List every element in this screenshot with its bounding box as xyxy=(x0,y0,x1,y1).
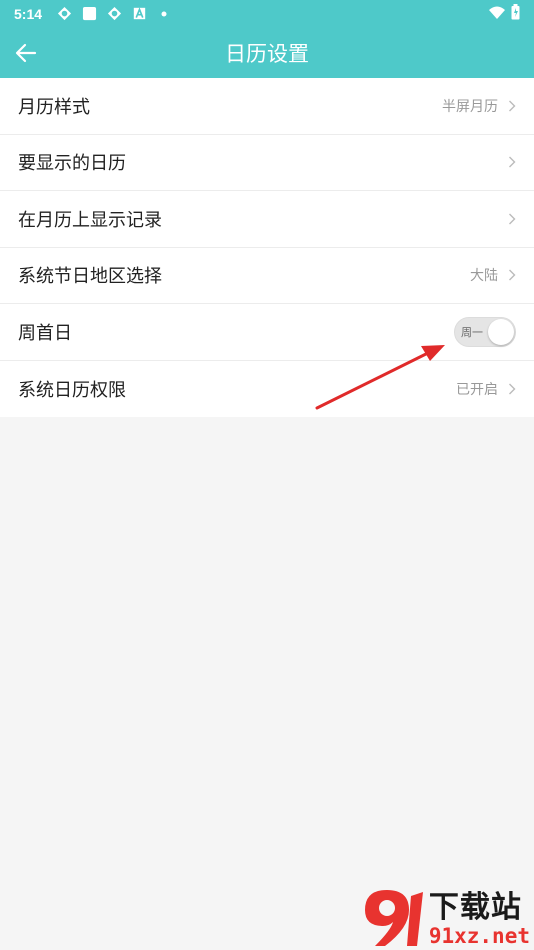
setting-value: 半屏月历 xyxy=(442,98,498,115)
setting-show-records[interactable]: 在月历上显示记录 xyxy=(0,191,534,248)
back-button[interactable] xyxy=(10,37,42,69)
setting-label: 系统节日地区选择 xyxy=(18,266,162,288)
chevron-right-icon xyxy=(509,100,516,112)
chevron-right-icon xyxy=(509,213,516,225)
chevron-right-icon xyxy=(509,156,516,168)
setting-month-style[interactable]: 月历样式 半屏月历 xyxy=(0,78,534,135)
setting-week-start: 周首日 周一 xyxy=(0,304,534,361)
week-start-toggle[interactable]: 周一 xyxy=(454,316,516,347)
status-bar: 5:14 xyxy=(0,0,534,27)
dot-icon xyxy=(156,6,172,22)
toggle-knob xyxy=(488,318,514,345)
sync-icon xyxy=(106,6,122,22)
setting-label: 月历样式 xyxy=(18,96,90,118)
chevron-right-icon xyxy=(509,383,516,395)
setting-displayed-calendars[interactable]: 要显示的日历 xyxy=(0,135,534,191)
setting-label: 要显示的日历 xyxy=(18,153,126,175)
settings-list: 月历样式 半屏月历 要显示的日历 在月历上显示记录 系统节日地区选择 大陆 周首… xyxy=(0,78,534,417)
status-time: 5:14 xyxy=(14,5,43,22)
setting-holiday-region[interactable]: 系统节日地区选择 大陆 xyxy=(0,248,534,304)
setting-value: 大陆 xyxy=(470,268,498,285)
page-title: 日历设置 xyxy=(225,41,309,66)
square-icon xyxy=(81,6,97,22)
setting-value: 已开启 xyxy=(456,381,498,398)
status-right xyxy=(489,4,520,23)
wifi-icon xyxy=(489,6,505,22)
a-box-icon xyxy=(131,6,147,22)
app-bar: 日历设置 xyxy=(0,27,534,78)
chevron-right-icon xyxy=(509,269,516,281)
setting-label: 周首日 xyxy=(18,322,72,344)
battery-icon xyxy=(511,4,520,23)
setting-calendar-permission[interactable]: 系统日历权限 已开启 xyxy=(0,361,534,418)
setting-label: 系统日历权限 xyxy=(18,379,126,401)
toggle-text: 周一 xyxy=(461,325,483,339)
watermark-cn: 下载站 xyxy=(428,890,522,925)
watermark: 下载站 91xz.net xyxy=(357,886,530,948)
sync-icon xyxy=(56,6,72,22)
site-logo-icon xyxy=(364,890,423,946)
back-arrow-icon xyxy=(15,43,37,63)
watermark-url: 91xz.net xyxy=(428,924,530,948)
setting-label: 在月历上显示记录 xyxy=(18,209,162,231)
